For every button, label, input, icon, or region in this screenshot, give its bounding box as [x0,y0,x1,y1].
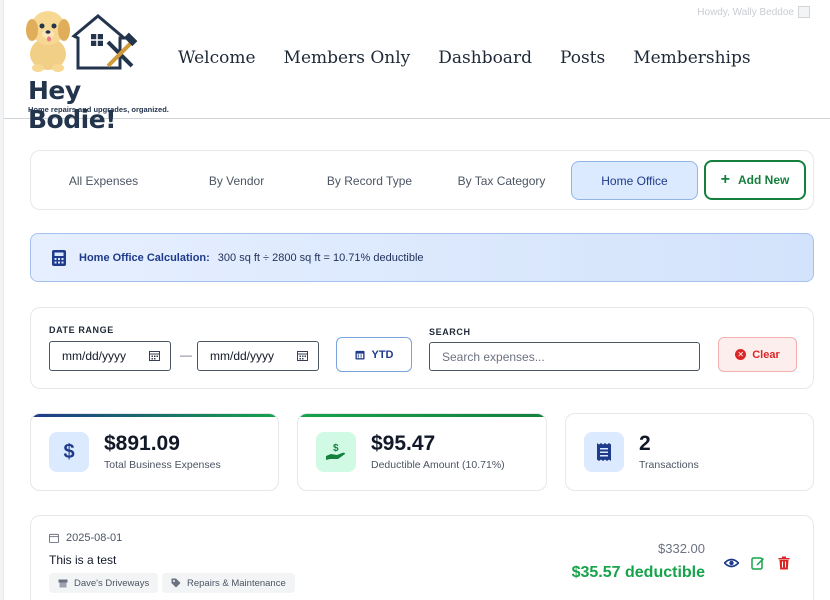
date-range-label: DATE RANGE [49,325,114,335]
date-to-placeholder: mm/dd/yyyy [210,349,275,363]
date-separator: — [180,348,192,362]
stat-total-expenses: $ $891.09 Total Business Expenses [30,413,279,491]
brand-tagline: Home repairs and upgrades, organized. [28,105,169,114]
trash-icon [778,556,790,570]
dollar-icon: $ [49,432,89,472]
home-office-banner: Home Office Calculation: 300 sq ft ÷ 280… [30,233,814,282]
site-header: Hey Bodie! Home repairs and upgrades, or… [4,0,830,134]
expense-tabs: All Expenses By Vendor By Record Type By… [30,150,814,210]
tab-by-record-type[interactable]: By Record Type [307,161,432,200]
date-from-input[interactable]: mm/dd/yyyy [49,341,171,371]
view-button[interactable] [720,552,742,574]
brand-logo[interactable]: Hey Bodie! Home repairs and upgrades, or… [16,6,169,134]
stat-value: $891.09 [104,432,180,455]
ytd-button[interactable]: YTD [336,337,412,372]
howdy-text: Howdy, Wally Beddoe [697,6,794,18]
stat-label: Deductible Amount (10.71%) [371,459,505,471]
calendar-icon[interactable] [297,350,308,361]
user-avatar [798,6,810,18]
expense-deductible: $35.57 deductible [571,564,705,581]
expense-date: 2025-08-01 [49,532,122,544]
expense-title: This is a test [49,553,117,567]
expense-date-text: 2025-08-01 [66,532,123,544]
stat-accent-bar [298,414,546,417]
tab-all-expenses[interactable]: All Expenses [41,161,166,200]
stat-accent-bar [31,414,278,417]
plus-icon: + [720,171,730,188]
search-placeholder: Search expenses... [442,349,545,364]
vendor-name: Dave's Driveways [74,577,150,589]
category-chip: Repairs & Maintenance [162,573,295,593]
calendar-icon[interactable] [149,350,160,361]
eye-icon [723,558,739,568]
nav-members-only[interactable]: Members Only [284,48,411,68]
stat-deductible-amount: $ $95.47 Deductible Amount (10.71%) [297,413,547,491]
stat-value: 2 [639,432,651,455]
receipt-icon [584,432,624,472]
stat-label: Transactions [639,459,699,471]
category-name: Repairs & Maintenance [187,577,286,589]
calendar-icon [49,533,59,543]
main-nav: Welcome Members Only Dashboard Posts Mem… [178,48,779,68]
tab-by-tax-category[interactable]: By Tax Category [439,161,564,200]
tab-home-office[interactable]: Home Office [571,161,698,200]
nav-memberships[interactable]: Memberships [633,48,750,68]
date-from-placeholder: mm/dd/yyyy [62,349,127,363]
edit-button[interactable] [747,552,769,574]
banner-label: Home Office Calculation: [79,251,210,264]
calendar-icon [354,350,365,360]
add-new-button[interactable]: + Add New [704,160,806,200]
svg-text:$: $ [333,443,339,454]
tab-by-vendor[interactable]: By Vendor [174,161,299,200]
close-circle-icon: ✕ [735,349,747,360]
search-label: SEARCH [429,327,471,337]
stat-transactions: 2 Transactions [565,413,814,491]
edit-icon [751,557,764,570]
banner-formula: 300 sq ft ÷ 2800 sq ft = 10.71% deductib… [217,251,424,264]
dog-house-logo-icon [26,11,138,72]
expense-amount: $332.00 [658,541,705,556]
ytd-label: YTD [371,348,394,361]
search-input[interactable]: Search expenses... [429,342,700,371]
expense-item[interactable]: 2025-08-01 This is a test Dave's Drivewa… [30,515,814,600]
filters-panel: DATE RANGE mm/dd/yyyy — mm/dd/yyyy YTD S… [30,307,814,389]
add-new-label: Add New [738,173,790,187]
vendor-chip: Dave's Driveways [49,573,159,593]
clear-button[interactable]: ✕ Clear [718,337,797,372]
date-to-input[interactable]: mm/dd/yyyy [197,341,319,371]
stat-value: $95.47 [371,432,436,455]
store-icon [58,579,68,587]
nav-dashboard[interactable]: Dashboard [438,48,532,68]
tag-icon [171,578,181,588]
delete-button[interactable] [773,552,795,574]
user-greeting[interactable]: Howdy, Wally Beddoe [697,6,810,18]
nav-posts[interactable]: Posts [560,48,605,68]
nav-welcome[interactable]: Welcome [178,48,256,68]
stat-label: Total Business Expenses [104,459,221,471]
hand-dollar-icon: $ [316,432,356,472]
calculator-icon [52,249,66,266]
clear-label: Clear [752,348,780,361]
